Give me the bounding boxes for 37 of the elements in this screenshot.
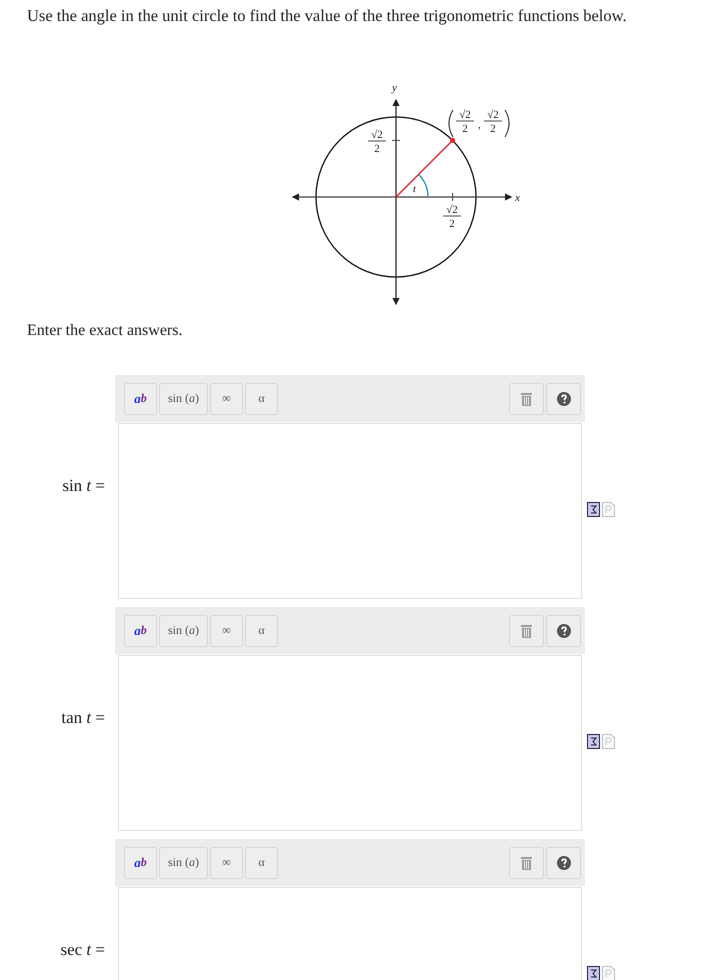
- trash-icon: [521, 392, 532, 406]
- help-icon: [556, 624, 570, 638]
- fraction-label: √2 2: [368, 129, 386, 155]
- terminal-ray: [396, 140, 454, 198]
- function-label: sec t =: [60, 940, 105, 960]
- angle-label: t: [413, 184, 416, 195]
- trash-icon: [521, 856, 532, 870]
- x-axis-label: x: [515, 192, 520, 204]
- angle-arc: [418, 174, 429, 198]
- symbol-button[interactable]: α: [245, 614, 278, 646]
- tick-mark: [452, 192, 454, 202]
- y-axis-label: y: [392, 82, 397, 94]
- help-button[interactable]: [546, 382, 581, 414]
- help-icon: [556, 856, 570, 870]
- sigma-document-icon[interactable]: [587, 966, 600, 980]
- help-button[interactable]: [546, 614, 581, 646]
- help-button[interactable]: [546, 846, 581, 878]
- point-coordinates-label: √2 2 , √2 2: [448, 109, 510, 138]
- tick-mark: [392, 140, 400, 141]
- help-icon: [556, 392, 570, 406]
- instruction-text: Use the angle in the unit circle to find the value of the three trigonometric functions below.: [27, 6, 628, 26]
- prompt-text: Enter the exact answers.: [27, 321, 184, 341]
- sigma-document-icon[interactable]: [587, 734, 600, 749]
- trash-icon: [521, 624, 532, 638]
- point-dot: [450, 138, 456, 143]
- sigma-document-icon[interactable]: [587, 502, 600, 517]
- function-label: tan t =: [61, 708, 105, 728]
- symbol-button[interactable]: ∞: [210, 382, 243, 414]
- function-template-button[interactable]: sin (a): [159, 846, 208, 878]
- function-template-button[interactable]: sin (a): [159, 614, 208, 646]
- symbol-button[interactable]: ∞: [210, 846, 243, 878]
- function-template-button[interactable]: sin (a): [159, 382, 208, 414]
- symbol-button[interactable]: α: [245, 846, 278, 878]
- function-label: sin t =: [62, 476, 105, 496]
- fraction-label: √2 2: [442, 204, 462, 230]
- symbol-button[interactable]: α: [245, 382, 278, 414]
- symbol-button[interactable]: ∞: [210, 614, 243, 646]
